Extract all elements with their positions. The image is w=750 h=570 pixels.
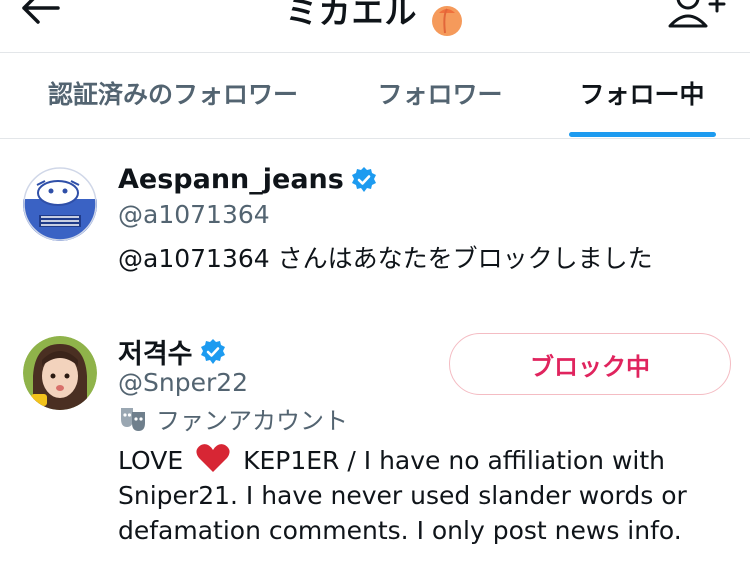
fan-account-text: ファンアカウント: [156, 407, 348, 435]
fan-account-label: ファンアカウント: [118, 401, 348, 436]
display-name: 저격수: [118, 339, 193, 370]
page-title: ミカエル: [0, 0, 750, 37]
avatar-image: [23, 167, 97, 241]
active-tab-indicator: [569, 132, 716, 137]
bio-line-2: Sniper21. I have never used slander word…: [118, 481, 687, 510]
blocking-button[interactable]: ブロック中: [449, 333, 731, 395]
tab-verified-followers[interactable]: 認証済みのフォロワー: [28, 52, 318, 138]
tab-following[interactable]: フォロー中: [566, 52, 718, 138]
user-handle: @a1071364: [118, 200, 270, 229]
bio-line-1: LOVE KEP1ER / I have no affiliation with: [118, 443, 687, 478]
red-heart-icon: [196, 444, 230, 472]
verified-badge-icon: [200, 338, 225, 364]
bio-line-3: defamation comments. I only post news in…: [118, 516, 682, 545]
avatar-image: [23, 336, 97, 410]
page-title-text: ミカエル: [285, 0, 418, 31]
tab-followers[interactable]: フォロワー: [360, 52, 520, 138]
blocked-message: @a1071364 さんはあなたをブロックしました: [118, 244, 653, 273]
user-name-row: 저격수: [118, 332, 227, 371]
peach-emoji-icon: [431, 5, 462, 36]
bio-love-text: LOVE: [118, 446, 184, 475]
display-name: Aespann_jeans: [118, 164, 344, 195]
avatar[interactable]: [23, 167, 97, 241]
add-user-icon: [668, 0, 726, 28]
user-bio: LOVE KEP1ER / I have no affiliation with…: [118, 443, 687, 548]
add-user-button[interactable]: [666, 0, 726, 30]
avatar[interactable]: [23, 336, 97, 410]
bio-line-1-rest: KEP1ER / I have no affiliation with: [243, 446, 666, 475]
app-header: ミカエル: [0, 0, 750, 53]
tab-bar: 認証済みのフォロワー フォロワー フォロー中: [0, 52, 750, 139]
masks-icon: [121, 407, 145, 431]
verified-badge-icon: [351, 166, 376, 192]
user-handle: @Snper22: [118, 368, 249, 397]
user-name-row: Aespann_jeans: [118, 164, 378, 195]
